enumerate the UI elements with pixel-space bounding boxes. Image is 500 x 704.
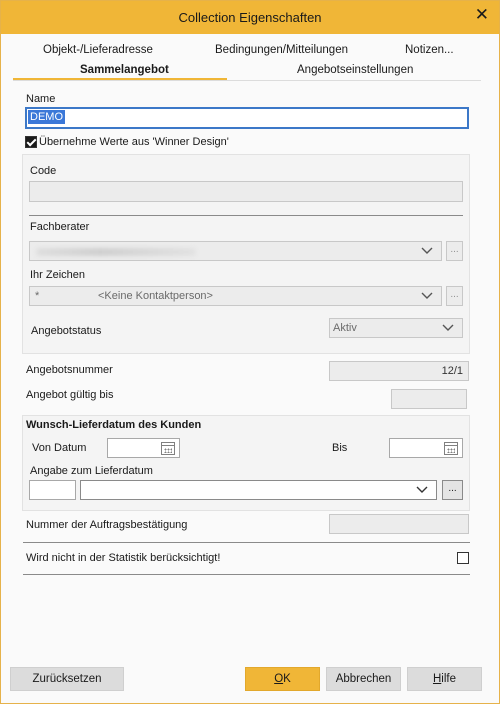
reset-button[interactable]: Zurücksetzen [10,667,124,691]
calendar-icon[interactable] [444,442,458,455]
statistik-label: Wird nicht in der Statistik berücksichti… [26,552,221,564]
ok-button[interactable]: OK [245,667,320,691]
auftragsbestaetigung-label: Nummer der Auftragsbestätigung [26,519,188,531]
angebotsnummer-value: 12/1 [441,365,463,377]
angebotsnummer-input[interactable]: 12/1 [329,361,469,381]
wunsch-lieferdatum-header: Wunsch-Lieferdatum des Kunden [26,419,202,431]
fachberater-dropdown[interactable] [29,241,442,261]
von-datum-label: Von Datum [32,442,87,454]
ok-rest: K [283,673,291,685]
statistik-divider [23,574,470,575]
name-input[interactable]: DEMO [25,107,469,129]
calendar-icon[interactable] [161,442,175,455]
code-divider [29,215,463,216]
title-bar: Collection Eigenschaften ✕ [1,1,499,34]
tab-bedingungen-mitteilungen[interactable]: Bedingungen/Mitteilungen [215,44,348,56]
lieferdatum-code-input[interactable] [29,480,76,500]
bis-datum-input[interactable] [389,438,463,458]
cancel-button[interactable]: Abbrechen [326,667,401,691]
ok-mnemonic: O [274,673,284,685]
statistik-checkbox[interactable] [457,552,469,564]
help-button[interactable]: Hilfe [407,667,482,691]
angebotstatus-dropdown[interactable]: Aktiv [329,318,463,338]
name-value: DEMO [28,110,65,124]
chevron-down-icon [416,486,428,493]
gueltig-bis-input[interactable] [391,389,467,409]
chevron-down-icon [442,324,454,331]
fachberater-browse-button[interactable]: ... [446,241,463,261]
bis-label: Bis [332,442,348,454]
angabe-lieferdatum-label: Angabe zum Lieferdatum [30,465,153,477]
winner-design-checkbox[interactable] [25,136,37,148]
tab-angebotseinstellungen[interactable]: Angebotseinstellungen [297,64,413,76]
auftragsbestaetigung-input[interactable] [329,514,469,534]
ihr-zeichen-value: <Keine Kontaktperson> [98,290,213,302]
tab-divider [13,80,481,81]
angebotsnummer-label: Angebotsnummer [26,364,113,376]
chevron-down-icon [421,247,433,254]
ihr-zeichen-dropdown[interactable]: * <Keine Kontaktperson> [29,286,442,306]
gueltig-bis-label: Angebot gültig bis [26,389,114,401]
name-label: Name [26,93,56,105]
code-input[interactable] [29,181,463,202]
auftrag-divider [23,542,470,543]
ihr-zeichen-label: Ihr Zeichen [30,269,86,281]
tab-objekt-lieferadresse[interactable]: Objekt-/Lieferadresse [43,44,153,56]
angebotstatus-value: Aktiv [333,322,357,334]
lieferdatum-dropdown[interactable] [80,480,437,500]
fachberater-redacted-value [36,248,196,256]
tab-notizen[interactable]: Notizen... [405,44,454,56]
chevron-down-icon [421,292,433,299]
lieferdatum-browse-button[interactable]: ... [442,480,463,500]
tab-sammelangebot[interactable]: Sammelangebot [80,64,169,76]
ihr-zeichen-prefix: * [35,290,40,302]
winner-design-label: Übernehme Werte aus 'Winner Design' [39,136,229,148]
help-rest: ilfe [441,673,456,685]
ihr-zeichen-browse-button[interactable]: ... [446,286,463,306]
close-icon[interactable]: ✕ [475,6,489,24]
dialog-window: Collection Eigenschaften ✕ Objekt-/Liefe… [0,0,500,704]
angebotstatus-label: Angebotstatus [31,325,102,337]
fachberater-label: Fachberater [30,221,90,233]
window-title: Collection Eigenschaften [178,10,322,25]
von-datum-input[interactable] [107,438,180,458]
code-label: Code [30,165,57,177]
